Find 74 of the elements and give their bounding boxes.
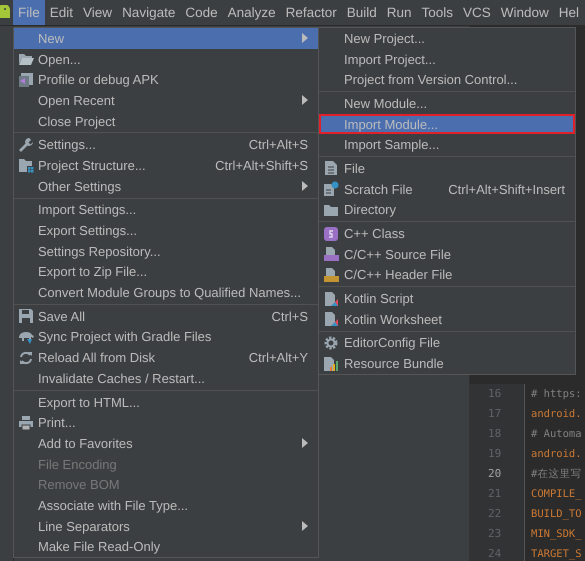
refresh-icon (18, 350, 34, 366)
menu-item[interactable]: EditorConfig File (319, 332, 575, 354)
menu-item[interactable]: Associate with File Type... (14, 495, 318, 516)
menu-item[interactable]: C++ Class (319, 223, 575, 244)
menu-item[interactable]: Resource Bundle (319, 353, 575, 374)
menu-item[interactable]: New Project... (319, 28, 575, 49)
menu-item[interactable]: Invalidate Caches / Restart... (14, 368, 318, 389)
menu-item[interactable]: C/C++ Header File (319, 264, 575, 286)
code-line: COMPILE_ (531, 487, 583, 502)
menu-item[interactable]: Scratch File Ctrl+Alt+Shift+Insert (319, 178, 575, 200)
menu-bar-item[interactable]: VCS (458, 0, 496, 25)
menu-item[interactable]: Kotlin Worksheet (319, 308, 575, 330)
menu-bar-item[interactable]: Build (342, 0, 382, 25)
menu-item[interactable]: Export Settings... (14, 220, 318, 241)
menu-bar-item[interactable]: Run (382, 0, 416, 25)
code-line: #在这里写 (531, 467, 582, 482)
menu-item[interactable]: New Module... (319, 93, 575, 114)
menu-item[interactable]: Line Separators (14, 516, 318, 536)
menu-item[interactable]: Project from Version Control... (319, 69, 575, 90)
menu-bar-item[interactable]: Window (496, 0, 554, 25)
header-file-icon (323, 266, 339, 283)
folder-icon (323, 202, 339, 217)
folder-grid-icon (18, 157, 34, 174)
menu-item[interactable]: Save All Ctrl+S (14, 306, 318, 327)
class-badge-icon (323, 226, 339, 242)
menu-item[interactable]: Print... (14, 412, 318, 434)
menu-item[interactable]: Import Settings... (14, 200, 318, 220)
menu-item[interactable]: Convert Module Groups to Qualified Names... (14, 282, 318, 303)
bar-chart-file-icon (323, 356, 339, 372)
menu-item[interactable]: Settings... Ctrl+Alt+S (14, 134, 318, 156)
menu-bar-item[interactable]: Navigate (117, 0, 180, 25)
gear-icon (323, 334, 339, 351)
menu-bar-item[interactable]: Hel (554, 0, 584, 25)
code-line: android. (531, 407, 583, 422)
menu-item[interactable]: Make File Read-Only (14, 536, 318, 558)
menu-bar-item[interactable]: View (78, 0, 118, 25)
menu-item[interactable]: Directory (319, 200, 575, 220)
menu-item[interactable]: Export to Zip File... (14, 262, 318, 282)
menu-item[interactable]: Settings Repository... (14, 240, 318, 262)
menu-item[interactable]: Import Project... (319, 48, 575, 70)
menu-item[interactable]: Open Recent (14, 90, 318, 111)
menu-item[interactable]: Export to HTML... (14, 392, 318, 412)
code-line: TARGET_S (531, 547, 583, 561)
source-file-icon (323, 246, 339, 262)
wrench-icon (18, 136, 34, 153)
menu-bar-item[interactable]: Analyze (222, 0, 281, 25)
code-line: MIN_SDK_ (531, 527, 583, 542)
menu-item[interactable]: Other Settings (14, 176, 318, 196)
line-number: 20 (487, 466, 502, 482)
code-line: BUILD_TO (531, 507, 583, 522)
code-line: # Automa (531, 427, 583, 442)
document-clock-icon (323, 181, 339, 198)
menu-item[interactable]: File (319, 158, 575, 179)
code-line: android. (531, 447, 583, 462)
menu-bar-item[interactable]: Code (180, 0, 223, 25)
menu-item[interactable]: Project Structure... Ctrl+Alt+Shift+S (14, 155, 318, 176)
folder-icon (18, 52, 34, 66)
kotlin-file-icon (323, 311, 339, 328)
menu-item[interactable]: Sync Project with Gradle Files (14, 326, 318, 348)
kotlin-file-icon (323, 290, 339, 307)
menu-bar-item[interactable]: Edit (44, 0, 78, 25)
menu-item[interactable]: Close Project (14, 110, 318, 132)
menu-item[interactable]: C/C++ Source File (319, 244, 575, 265)
menu-bar-item[interactable]: Refactor (280, 0, 342, 25)
document-icon (324, 160, 338, 176)
menu-item[interactable]: Reload All from Disk Ctrl+Alt+Y (14, 347, 318, 368)
menu-item[interactable]: Open... (14, 48, 318, 70)
menu-item[interactable]: Add to Favorites (14, 433, 318, 454)
code-line: # https: (531, 387, 583, 402)
menu-bar-item[interactable]: Tools (416, 0, 458, 25)
menu-item[interactable]: Kotlin Script (319, 288, 575, 309)
menu-item[interactable]: Import Sample... (319, 134, 575, 156)
menu-item[interactable]: Profile or debug APK (14, 69, 318, 90)
printer-icon (18, 414, 34, 431)
